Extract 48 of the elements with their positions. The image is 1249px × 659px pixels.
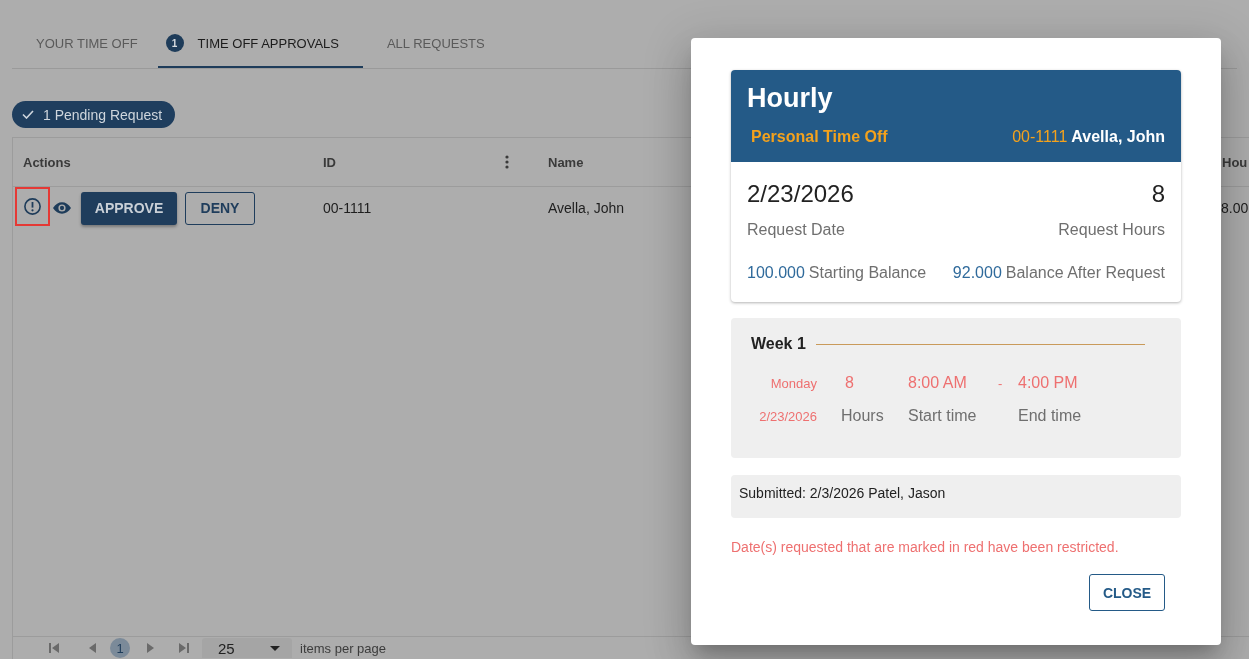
deny-button[interactable]: DENY — [185, 191, 255, 225]
first-page-icon[interactable] — [49, 643, 59, 653]
card-title: Hourly — [747, 83, 834, 113]
request-hours-label: Request Hours — [1058, 220, 1165, 240]
previous-page-icon[interactable] — [89, 643, 96, 653]
last-page-icon[interactable] — [179, 643, 189, 653]
restriction-note: Date(s) requested that are marked in red have been restricted. — [731, 539, 1120, 555]
employee-id: 00-1111 — [1012, 127, 1068, 147]
page-size-label: items per page — [300, 640, 386, 656]
request-date-label: Request Date — [747, 220, 845, 240]
page-size-select[interactable]: 25 — [202, 638, 292, 658]
column-header: Hou — [1222, 154, 1248, 170]
submitted-text: Submitted: 2/3/2026 Patel, Jason — [739, 485, 946, 501]
weekday-label: Monday — [770, 375, 817, 391]
tab[interactable]: 1 TIME OFF APPROVALS — [157, 20, 363, 68]
balance-value: 100.000 — [747, 263, 805, 283]
table-cell: 8.00 — [1221, 200, 1249, 216]
column-header: ID — [323, 154, 336, 170]
kebab-menu-icon[interactable] — [505, 155, 509, 169]
week-title: Week 1 — [751, 335, 806, 353]
approve-button[interactable]: APPROVE — [81, 191, 177, 225]
column-header: Name — [548, 154, 584, 170]
next-page-icon[interactable] — [147, 643, 154, 653]
balance-value: 92.000 — [952, 263, 1002, 283]
start-time-label: Start time — [908, 407, 977, 425]
hours-label: Hours — [841, 407, 884, 425]
balance-label: Starting Balance — [808, 263, 927, 283]
column-header: Actions — [23, 154, 71, 170]
request-hours-value: 8 — [1151, 180, 1165, 208]
table-cell: 00-1111 — [323, 200, 372, 216]
end-time-value: 4:00 PM — [1018, 374, 1078, 392]
eye-icon[interactable] — [53, 202, 71, 214]
pending-requests-chip[interactable]: 1 Pending Request — [12, 101, 176, 128]
caret-icon — [270, 645, 280, 651]
table-cell: Avella, John — [548, 200, 624, 216]
alert-icon[interactable] — [24, 198, 41, 215]
request-date-value: 2/23/2026 — [747, 180, 854, 208]
check-icon — [22, 110, 34, 119]
hours-value: 8 — [845, 374, 854, 392]
end-time-label: End time — [1018, 407, 1082, 425]
close-button[interactable]: CLOSE — [1089, 574, 1165, 611]
day-date-label: 2/23/2026 — [759, 408, 817, 424]
time-separator: - — [998, 375, 1003, 391]
employee-name: Avella, John — [1071, 127, 1165, 147]
balance-label: Balance After Request — [1005, 263, 1165, 283]
count-badge: 1 — [165, 34, 184, 52]
start-time-value: 8:00 AM — [908, 374, 967, 392]
leave-type-label: Personal Time Off — [751, 127, 888, 147]
